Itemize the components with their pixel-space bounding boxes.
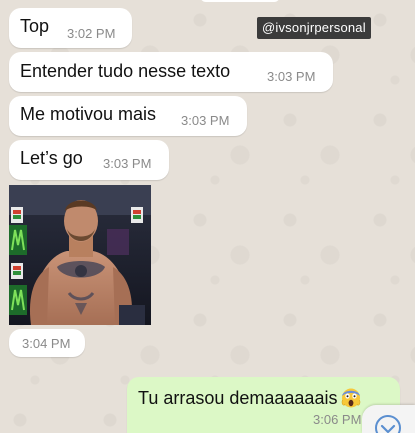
message-bubble-outgoing[interactable]: Tu arrasou demaaaaaais 3:06 PM xyxy=(127,377,400,433)
message-text-content: Tu arrasou demaaaaaais xyxy=(138,388,338,408)
message-bubble-incoming[interactable]: Let’s go 3:03 PM xyxy=(9,140,169,180)
sticker-time-bubble: 3:04 PM xyxy=(9,329,85,357)
fighter-sticker-illustration xyxy=(9,185,151,325)
message-time: 3:03 PM xyxy=(181,113,230,128)
message-time: 3:03 PM xyxy=(267,69,316,84)
message-text: Tu arrasou demaaaaaais xyxy=(138,386,361,409)
screaming-face-emoji xyxy=(342,388,361,408)
message-text: Top xyxy=(20,16,50,36)
message-time: 3:06 PM xyxy=(313,412,362,427)
sticker-image[interactable] xyxy=(9,185,151,325)
message-bubble-incoming[interactable]: Top 3:02 PM xyxy=(9,8,132,48)
message-text: Me motivou mais xyxy=(20,104,157,124)
message-text: Entender tudo nesse texto xyxy=(20,61,231,81)
message-time: 3:04 PM xyxy=(22,336,71,351)
message-time: 3:03 PM xyxy=(103,156,152,171)
scroll-to-bottom-button[interactable] xyxy=(362,405,415,433)
message-time: 3:02 PM xyxy=(67,26,116,41)
message-bubble-incoming[interactable]: Entender tudo nesse texto 3:03 PM xyxy=(9,52,333,92)
message-text: Let’s go xyxy=(20,148,83,168)
message-bubble-incoming[interactable]: Me motivou mais 3:03 PM xyxy=(9,96,247,136)
story-username-tag: @ivsonjrpersonal xyxy=(257,17,371,39)
previous-message-edge xyxy=(200,0,280,2)
chevron-down-icon xyxy=(375,415,401,433)
